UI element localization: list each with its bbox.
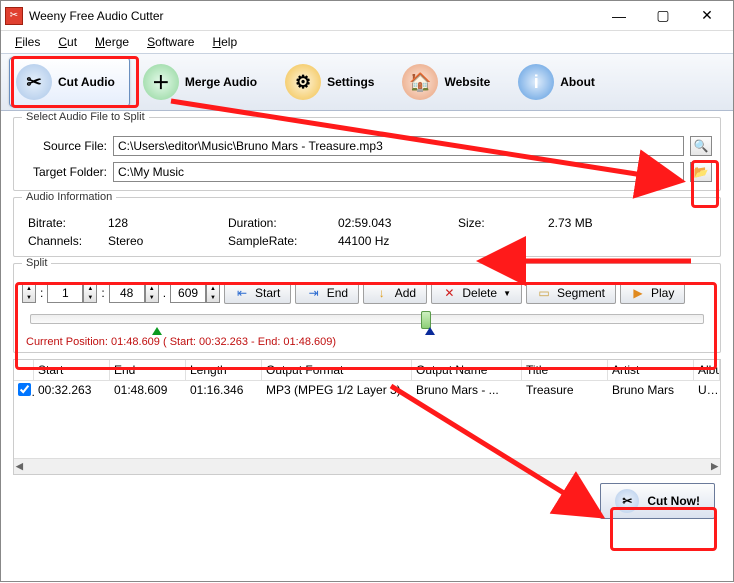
- col-artist[interactable]: Artist: [608, 360, 694, 381]
- main-toolbar: ✂ Cut Audio ＋ Merge Audio ⚙ Settings 🏠 W…: [1, 53, 733, 111]
- bitrate-value: 128: [108, 216, 228, 230]
- duration-label: Duration:: [228, 216, 338, 230]
- search-icon: 🔍: [694, 139, 709, 153]
- duration-value: 02:59.043: [338, 216, 458, 230]
- menu-software[interactable]: Software: [139, 33, 202, 51]
- close-button[interactable]: ✕: [685, 2, 729, 30]
- browse-target-button[interactable]: 📂: [690, 162, 712, 182]
- size-label: Size:: [458, 216, 548, 230]
- window-title: Weeny Free Audio Cutter: [29, 9, 597, 23]
- end-icon: ⇥: [307, 286, 321, 300]
- select-file-group: Select Audio File to Split Source File: …: [13, 117, 721, 191]
- channels-value: Stereo: [108, 234, 228, 248]
- settings-button[interactable]: ⚙ Settings: [278, 57, 389, 107]
- start-button[interactable]: ⇤Start: [224, 282, 291, 304]
- spin-hours[interactable]: ▲▼: [22, 283, 36, 303]
- target-folder-input[interactable]: [113, 162, 684, 182]
- split-legend: Split: [22, 257, 51, 269]
- audio-info-legend: Audio Information: [22, 191, 116, 203]
- col-length[interactable]: Length: [186, 360, 262, 381]
- samplerate-value: 44100 Hz: [338, 234, 458, 248]
- merge-icon: ＋: [143, 64, 179, 100]
- col-name[interactable]: Output Name: [412, 360, 522, 381]
- end-marker[interactable]: [425, 327, 435, 335]
- cell-length: 01:16.346: [186, 381, 262, 401]
- chevron-down-icon: ▼: [503, 289, 511, 298]
- source-file-label: Source File:: [22, 139, 107, 153]
- about-button[interactable]: i About: [511, 57, 610, 107]
- cell-format: MP3 (MPEG 1/2 Layer 3): [262, 381, 412, 401]
- title-bar: ✂ Weeny Free Audio Cutter — ▢ ✕: [1, 1, 733, 31]
- segments-table: Start End Length Output Format Output Na…: [13, 359, 721, 475]
- col-album[interactable]: Album: [694, 360, 720, 381]
- add-button[interactable]: ↓Add: [363, 282, 427, 304]
- audio-info-group: Audio Information Bitrate: 128 Duration:…: [13, 197, 721, 257]
- cut-now-label: Cut Now!: [647, 494, 700, 508]
- table-header: Start End Length Output Format Output Na…: [14, 360, 720, 381]
- channels-label: Channels:: [28, 234, 108, 248]
- col-format[interactable]: Output Format: [262, 360, 412, 381]
- end-button[interactable]: ⇥End: [295, 282, 359, 304]
- samplerate-label: SampleRate:: [228, 234, 338, 248]
- folder-icon: 📂: [694, 165, 709, 179]
- browse-source-button[interactable]: 🔍: [690, 136, 712, 156]
- segment-icon: ▭: [537, 286, 551, 300]
- row-checkbox[interactable]: [18, 383, 31, 396]
- bitrate-label: Bitrate:: [28, 216, 108, 230]
- play-icon: ▶: [631, 286, 645, 300]
- maximize-button[interactable]: ▢: [641, 2, 685, 30]
- website-button[interactable]: 🏠 Website: [395, 57, 505, 107]
- cut-audio-button[interactable]: ✂ Cut Audio: [9, 57, 130, 107]
- cell-album: Unorthodox: [694, 381, 720, 401]
- split-group: Split ▲▼ : ▲▼ : ▲▼ . ▲▼ ⇤Start ⇥End ↓Add…: [13, 263, 721, 353]
- current-position-label: Current Position: 01:48.609 ( Start: 00:…: [22, 336, 712, 348]
- spin-minutes[interactable]: ▲▼: [47, 283, 97, 303]
- minimize-button[interactable]: —: [597, 2, 641, 30]
- gear-icon: ⚙: [285, 64, 321, 100]
- merge-audio-button[interactable]: ＋ Merge Audio: [136, 57, 272, 107]
- delete-icon: ✕: [442, 286, 456, 300]
- table-row[interactable]: 00:32.263 01:48.609 01:16.346 MP3 (MPEG …: [14, 381, 720, 401]
- settings-label: Settings: [327, 75, 374, 89]
- scissors-icon: ✂: [16, 64, 52, 100]
- menu-merge[interactable]: Merge: [87, 33, 137, 51]
- start-icon: ⇤: [235, 286, 249, 300]
- col-title[interactable]: Title: [522, 360, 608, 381]
- play-button[interactable]: ▶Play: [620, 282, 685, 304]
- source-file-input[interactable]: [113, 136, 684, 156]
- cell-end: 01:48.609: [110, 381, 186, 401]
- position-slider[interactable]: [30, 314, 704, 324]
- website-label: Website: [444, 75, 490, 89]
- start-marker[interactable]: [152, 327, 162, 335]
- size-value: 2.73 MB: [548, 216, 712, 230]
- delete-button[interactable]: ✕Delete▼: [431, 282, 522, 304]
- scissors-icon: ✂: [615, 489, 639, 513]
- spin-seconds[interactable]: ▲▼: [109, 283, 159, 303]
- col-end[interactable]: End: [110, 360, 186, 381]
- app-icon: ✂: [5, 7, 23, 25]
- info-icon: i: [518, 64, 554, 100]
- add-icon: ↓: [375, 286, 389, 300]
- segment-button[interactable]: ▭Segment: [526, 282, 616, 304]
- menu-help[interactable]: Help: [204, 33, 245, 51]
- cell-start: 00:32.263: [34, 381, 110, 401]
- select-file-legend: Select Audio File to Split: [22, 111, 149, 123]
- cell-artist: Bruno Mars: [608, 381, 694, 401]
- menu-bar: Files Cut Merge Software Help: [1, 31, 733, 53]
- cut-now-button[interactable]: ✂ Cut Now!: [600, 483, 715, 519]
- cell-name: Bruno Mars - ...: [412, 381, 522, 401]
- house-icon: 🏠: [402, 64, 438, 100]
- spin-ms[interactable]: ▲▼: [170, 283, 220, 303]
- cut-audio-label: Cut Audio: [58, 75, 115, 89]
- col-start[interactable]: Start: [34, 360, 110, 381]
- col-check[interactable]: [14, 360, 34, 381]
- merge-audio-label: Merge Audio: [185, 75, 257, 89]
- horizontal-scrollbar[interactable]: ◀▶: [14, 458, 720, 474]
- menu-cut[interactable]: Cut: [50, 33, 85, 51]
- menu-files[interactable]: Files: [7, 33, 48, 51]
- cell-title: Treasure: [522, 381, 608, 401]
- target-folder-label: Target Folder:: [22, 165, 107, 179]
- about-label: About: [560, 75, 595, 89]
